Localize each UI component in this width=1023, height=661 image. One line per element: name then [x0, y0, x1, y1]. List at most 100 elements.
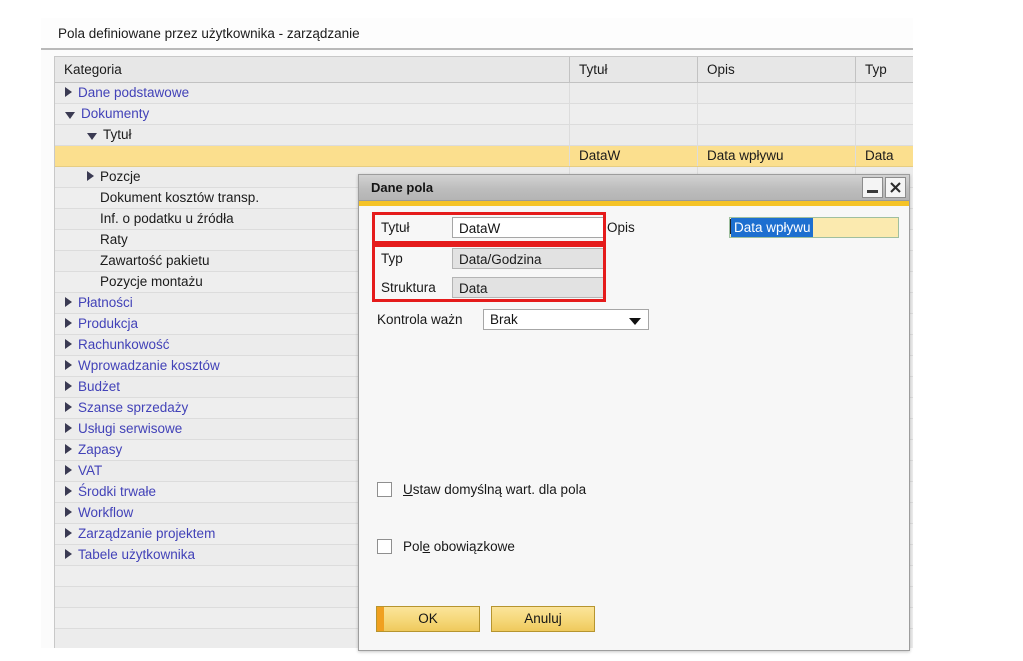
table-row[interactable]: Dane podstawowe [55, 83, 913, 104]
table-cell-tytul[interactable] [570, 104, 698, 124]
label-pre: Pol [403, 539, 423, 554]
tytul-input[interactable]: DataW [452, 217, 606, 238]
chevron-right-icon[interactable] [65, 297, 72, 308]
cancel-button[interactable]: Anuluj [491, 606, 595, 632]
typ-label: Typ [381, 251, 403, 266]
opis-label: Opis [607, 220, 635, 235]
required-field-checkbox[interactable] [377, 539, 392, 554]
tree-node-label: Dokument kosztów transp. [100, 190, 260, 205]
table-cell-typ[interactable] [856, 104, 913, 124]
table-cell-typ[interactable] [856, 125, 913, 145]
grid-column-header[interactable]: Tytuł [570, 57, 698, 82]
default-value-label: Ustaw domyślną wart. dla pola [403, 480, 586, 500]
typ-input: Data/Godzina [452, 248, 606, 269]
tree-node-label: Pozycje montażu [100, 274, 203, 289]
tree-node[interactable]: Tytuł [55, 125, 570, 145]
window-titlebar: Pola definiowane przez użytkownika - zar… [41, 18, 913, 50]
table-row[interactable]: Tytuł [55, 125, 913, 146]
opis-input[interactable]: Data wpływu [729, 217, 899, 238]
table-cell-opis[interactable] [698, 83, 856, 103]
tree-node-label: Zawartość pakietu [100, 253, 210, 268]
default-value-checkbox[interactable] [377, 482, 392, 497]
chevron-right-icon[interactable] [65, 486, 72, 497]
tree-node-label: Zapasy [78, 442, 123, 457]
cancel-button-label: Anuluj [524, 611, 562, 626]
chevron-right-icon[interactable] [65, 528, 72, 539]
table-cell-opis[interactable] [698, 104, 856, 124]
label-rest: obowiązkowe [430, 539, 515, 554]
tree-node-label: Workflow [78, 505, 134, 520]
screen: Pola definiowane przez użytkownika - zar… [0, 0, 1023, 661]
tytul-label: Tytuł [381, 220, 410, 235]
chevron-down-icon [629, 318, 641, 325]
field-row-typ: Typ Data/Godzina [377, 248, 707, 270]
table-cell-tytul[interactable] [570, 83, 698, 103]
table-cell-tytul[interactable]: DataW [570, 146, 698, 166]
tree-node[interactable] [55, 146, 570, 166]
close-button[interactable] [885, 177, 906, 198]
table-cell-typ[interactable]: Data [856, 146, 913, 166]
tree-node-label: Zarządzanie projektem [78, 526, 216, 541]
dialog-titlebar[interactable]: Dane pola [359, 175, 909, 201]
tree-node-label: Produkcja [78, 316, 139, 331]
ok-accent-bar [377, 607, 384, 631]
chevron-right-icon[interactable] [87, 171, 94, 182]
chevron-right-icon[interactable] [65, 465, 72, 476]
table-cell-opis[interactable]: Data wpływu [698, 146, 856, 166]
tree-node-label: Budżet [78, 379, 121, 394]
tree-node-label: Szanse sprzedaży [78, 400, 189, 415]
tree-node-label: Tabele użytkownika [78, 547, 196, 562]
chevron-right-icon[interactable] [65, 381, 72, 392]
chevron-right-icon[interactable] [65, 402, 72, 413]
text-caret [730, 219, 731, 235]
checkbox-row-required-field[interactable]: Pole obowiązkowe [377, 537, 677, 557]
chevron-right-icon[interactable] [65, 87, 72, 98]
struktura-input: Data [452, 277, 606, 298]
tree-node[interactable]: Dane podstawowe [55, 83, 570, 103]
table-cell-opis[interactable] [698, 125, 856, 145]
tree-node-label: Usługi serwisowe [78, 421, 183, 436]
page-title: Pola definiowane przez użytkownika - zar… [58, 26, 360, 41]
chevron-right-icon[interactable] [65, 507, 72, 518]
table-row[interactable]: Dokumenty [55, 104, 913, 125]
ok-button-label: OK [418, 611, 438, 626]
tree-node-label: Tytuł [103, 127, 132, 142]
field-row-opis: Opis Data wpływu [607, 217, 899, 239]
field-row-kontrola: Kontrola ważn Brak [377, 309, 707, 331]
chevron-right-icon[interactable] [65, 549, 72, 560]
ok-button[interactable]: OK [376, 606, 480, 632]
grid-column-header[interactable]: Kategoria [55, 57, 570, 82]
tree-node-label: Płatności [78, 295, 133, 310]
tree-node[interactable]: Dokumenty [55, 104, 570, 124]
tree-node-label: Inf. o podatku u źródła [100, 211, 234, 226]
chevron-right-icon[interactable] [65, 318, 72, 329]
chevron-right-icon[interactable] [65, 444, 72, 455]
chevron-right-icon[interactable] [65, 339, 72, 350]
table-row[interactable]: DataW Data wpływu Data [55, 146, 913, 167]
dialog-title: Dane pola [371, 180, 434, 195]
grid-column-header[interactable]: Typ [856, 57, 913, 82]
field-data-dialog[interactable]: Dane pola Tytuł DataW Opis Data wpływu T… [358, 174, 910, 651]
grid-column-header[interactable]: Opis [698, 57, 856, 82]
minimize-button[interactable] [862, 177, 883, 198]
table-cell-tytul[interactable] [570, 125, 698, 145]
tree-node-label: Dane podstawowe [78, 85, 190, 100]
table-cell-typ[interactable] [856, 83, 913, 103]
chevron-down-icon[interactable] [65, 111, 75, 119]
chevron-right-icon[interactable] [65, 360, 72, 371]
checkbox-row-default-value[interactable]: Ustaw domyślną wart. dla pola [377, 480, 677, 500]
minimize-icon [867, 190, 878, 193]
kontrola-selected-value: Brak [490, 312, 518, 327]
tree-node-label: Wprowadzanie kosztów [78, 358, 220, 373]
chevron-right-icon[interactable] [65, 423, 72, 434]
kontrola-dropdown[interactable]: Brak [483, 309, 649, 330]
chevron-down-icon[interactable] [87, 132, 97, 140]
